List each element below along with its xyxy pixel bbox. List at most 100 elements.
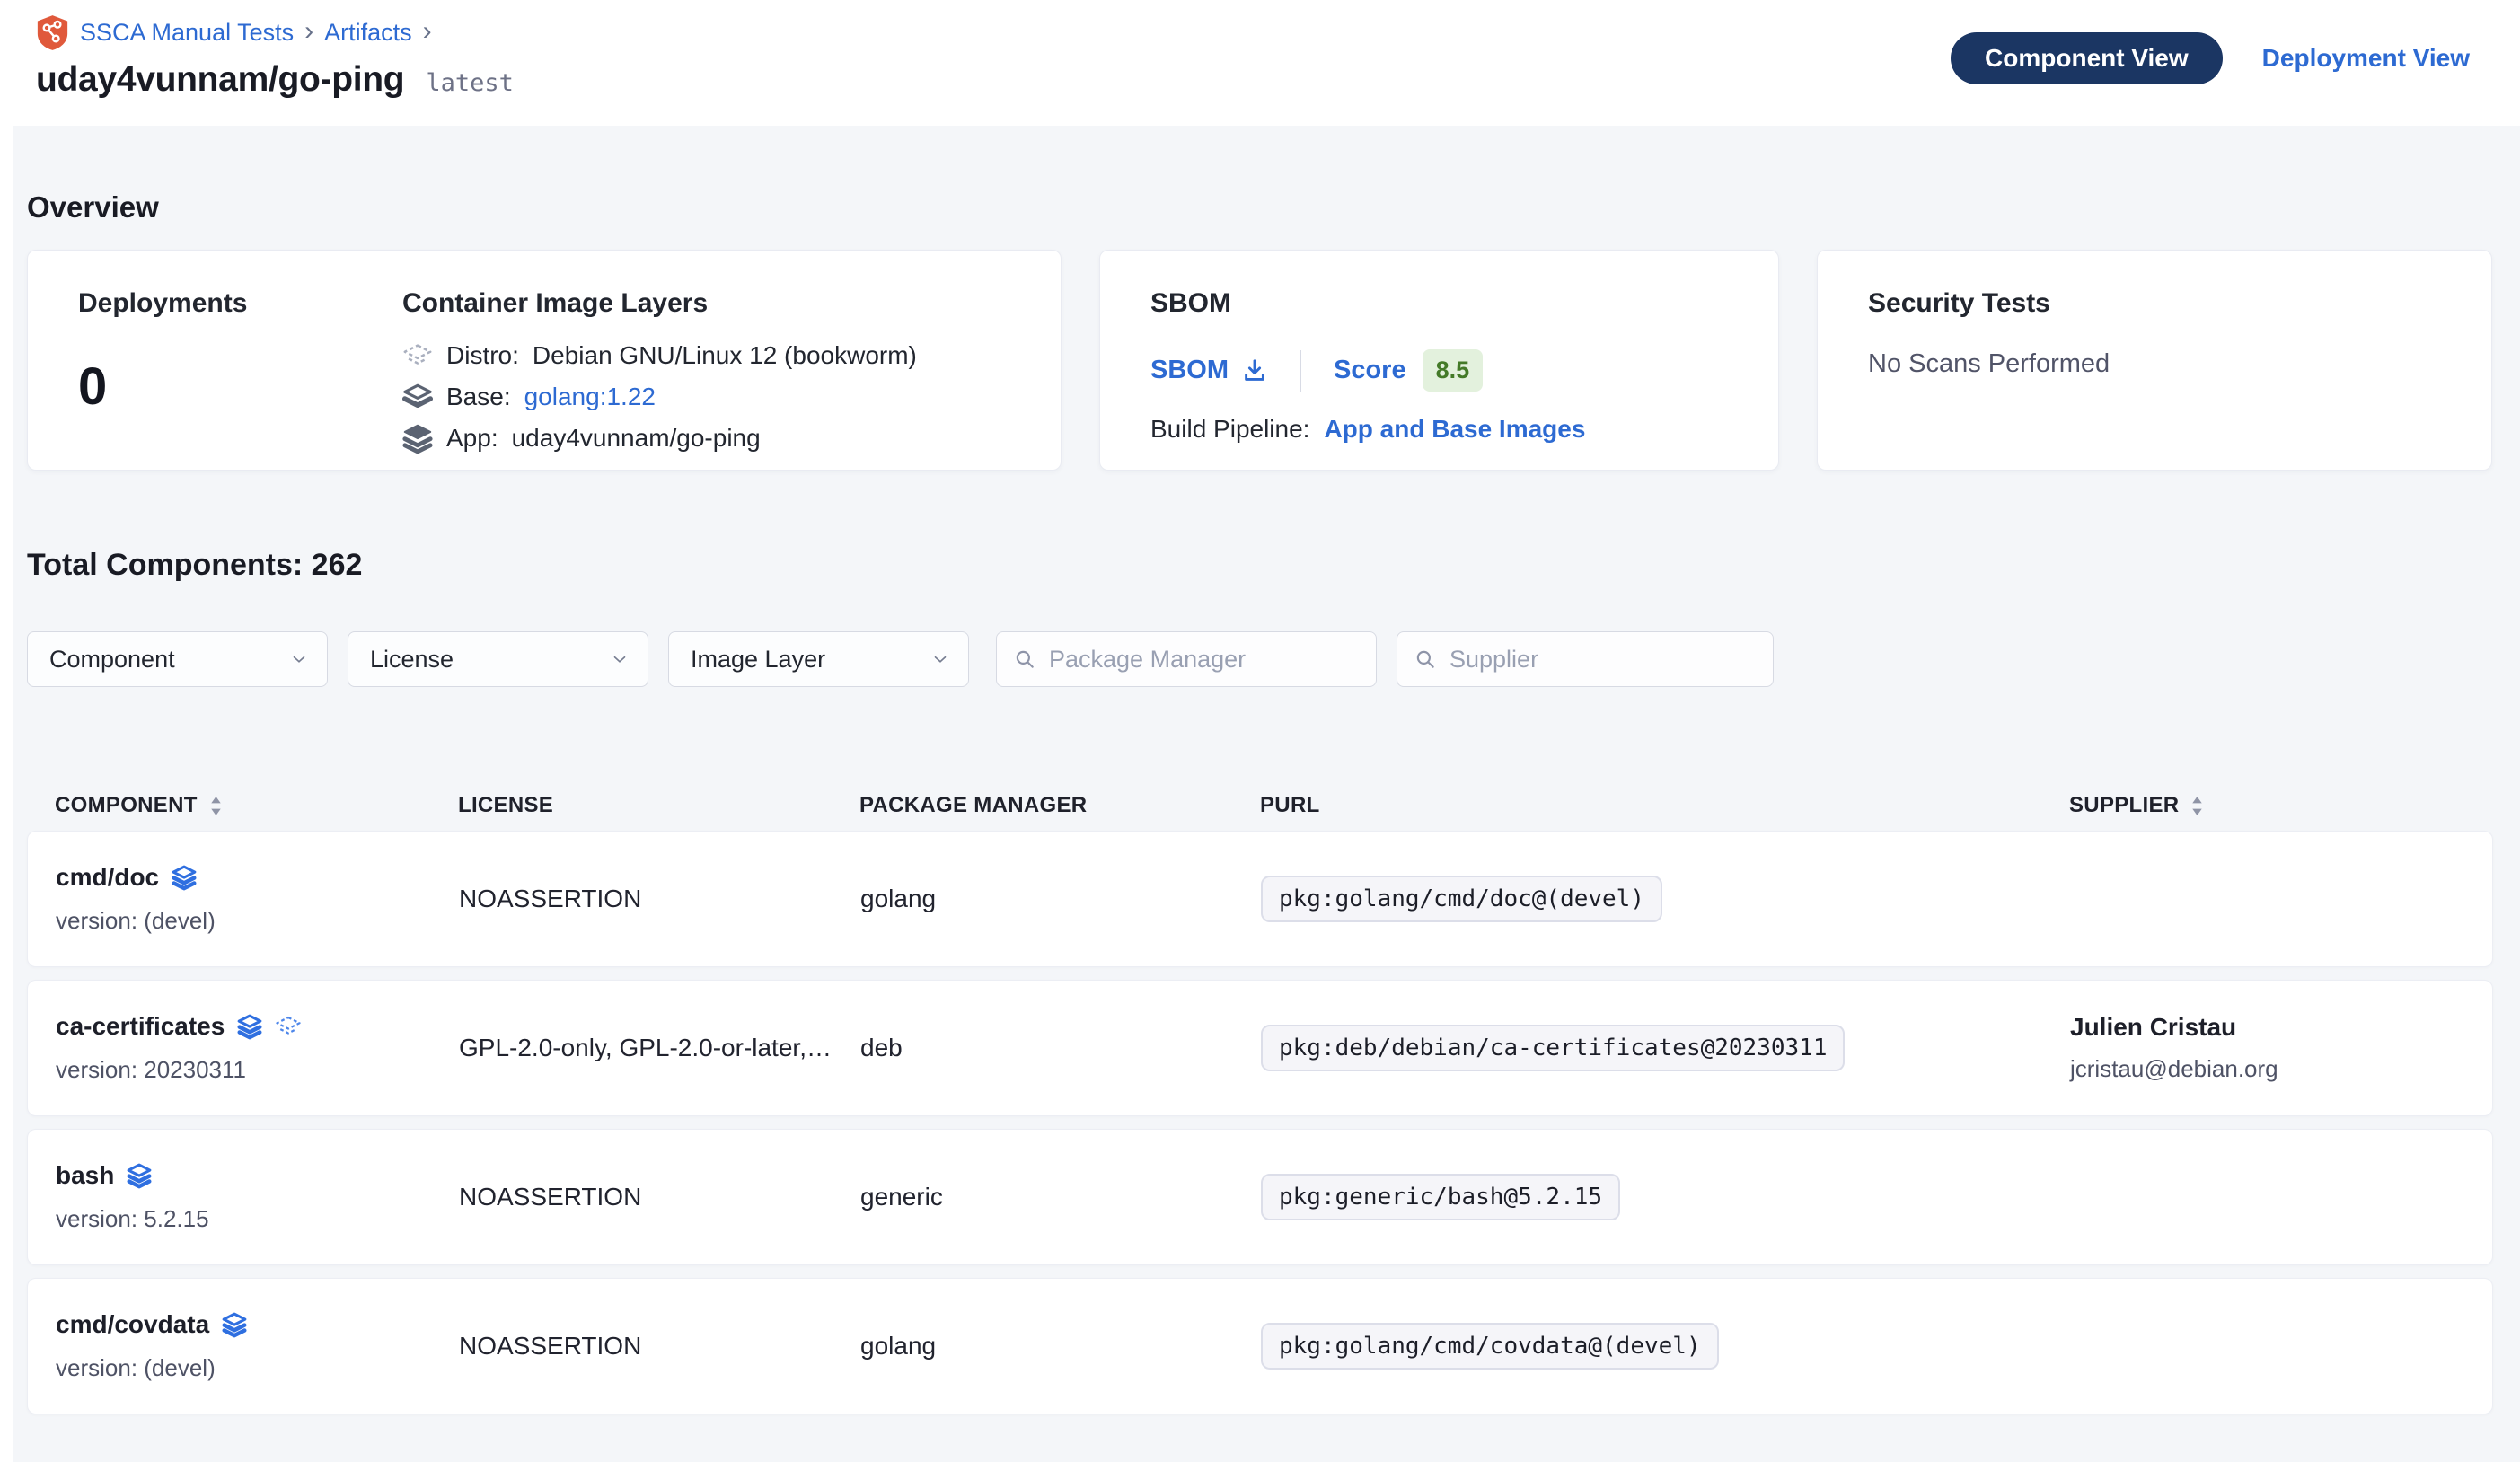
purl-badge: pkg:deb/debian/ca-certificates@20230311: [1261, 1025, 1845, 1071]
column-header-package-manager: PACKAGE MANAGER: [859, 793, 1087, 818]
layers-dashed-icon: [275, 1013, 302, 1040]
column-header-purl: PURL: [1260, 793, 1320, 818]
component-filter-select[interactable]: Component: [27, 631, 328, 687]
layers-filled-icon: [171, 864, 198, 891]
breadcrumb-link-project[interactable]: SSCA Manual Tests: [80, 19, 294, 47]
component-version: version: 5.2.15: [56, 1205, 459, 1233]
filters-bar: Component License Image Layer: [27, 631, 2493, 687]
distro-value: Debian GNU/Linux 12 (bookworm): [533, 341, 917, 370]
package-manager-search: [996, 631, 1377, 687]
column-header-license: LICENSE: [458, 793, 553, 818]
supplier-name: Julien Cristau: [2070, 1013, 2492, 1042]
download-icon[interactable]: [1241, 357, 1268, 384]
table-row[interactable]: cmd/doc version: (devel) NOASSERTION gol…: [27, 831, 2493, 967]
search-icon: [1013, 647, 1036, 671]
left-edge-strip: [0, 126, 13, 1462]
package-manager-cell: generic: [860, 1183, 1261, 1211]
component-version: version: 20230311: [56, 1056, 459, 1084]
total-components-heading: Total Components: 262: [27, 548, 2493, 583]
sort-arrows-icon[interactable]: [2191, 796, 2203, 816]
divider: [1300, 350, 1301, 392]
package-manager-cell: golang: [860, 1332, 1261, 1361]
component-version: version: (devel): [56, 1354, 459, 1382]
supplier-search: [1397, 631, 1774, 687]
column-header-component: COMPONENT: [55, 793, 198, 818]
supplier-search-input[interactable]: [1449, 646, 1757, 674]
layers-filled-icon: [236, 1013, 263, 1040]
sbom-card: SBOM SBOM Score 8.5 Build Pipeline: App …: [1099, 250, 1779, 471]
sbom-download-link[interactable]: SBOM: [1150, 356, 1268, 385]
sort-arrows-icon[interactable]: [210, 796, 222, 816]
breadcrumb-separator: ›: [423, 18, 432, 48]
distro-label: Distro:: [446, 341, 519, 370]
component-view-button[interactable]: Component View: [1951, 32, 2223, 84]
deployments-count: 0: [78, 357, 402, 417]
supplier-email: jcristau@debian.org: [2070, 1055, 2492, 1083]
license-cell: NOASSERTION: [459, 885, 860, 913]
purl-badge: pkg:golang/cmd/doc@(devel): [1261, 876, 1662, 922]
main-content: Overview Deployments 0 Container Image L…: [0, 190, 2520, 1414]
sbom-score-label: Score: [1334, 356, 1406, 385]
app-layer-row: App: uday4vunnam/go-ping: [402, 418, 917, 459]
security-tests-title: Security Tests: [1868, 288, 2441, 319]
table-row[interactable]: ca-certificates version: 20230311: [27, 980, 2493, 1116]
layers-filled-icon: [126, 1162, 153, 1189]
deployments-and-layers-card: Deployments 0 Container Image Layers Dis…: [27, 250, 1062, 471]
deployment-view-link[interactable]: Deployment View: [2262, 44, 2470, 73]
view-toggle: Component View Deployment View: [1951, 32, 2470, 84]
chevron-down-icon: [289, 649, 309, 669]
license-cell: NOASSERTION: [459, 1332, 860, 1361]
deployments-title: Deployments: [78, 288, 402, 319]
search-icon: [1414, 647, 1437, 671]
component-name: ca-certificates: [56, 1012, 225, 1041]
component-name: bash: [56, 1161, 114, 1190]
shield-supply-chain-icon: [36, 14, 69, 51]
license-cell: GPL-2.0-only, GPL-2.0-or-later, M...: [459, 1034, 860, 1062]
base-image-link[interactable]: golang:1.22: [524, 383, 656, 411]
image-layer-filter-label: Image Layer: [691, 646, 825, 674]
component-filter-label: Component: [49, 646, 175, 674]
breadcrumb-separator: ›: [304, 18, 313, 48]
sbom-card-title: SBOM: [1150, 288, 1728, 319]
license-filter-select[interactable]: License: [348, 631, 648, 687]
container-image-layers-title: Container Image Layers: [402, 288, 917, 319]
page-header: SSCA Manual Tests › Artifacts › uday4vun…: [0, 0, 2520, 126]
package-manager-cell: golang: [860, 885, 1261, 913]
build-pipeline-link[interactable]: App and Base Images: [1324, 415, 1585, 444]
purl-badge: pkg:generic/bash@5.2.15: [1261, 1174, 1620, 1220]
app-value: uday4vunnam/go-ping: [512, 424, 761, 453]
table-row[interactable]: cmd/covdata version: (devel) NOASSERTION…: [27, 1278, 2493, 1414]
table-row[interactable]: bash version: 5.2.15 NOASSERTION generic…: [27, 1129, 2493, 1265]
purl-badge: pkg:golang/cmd/covdata@(devel): [1261, 1323, 1719, 1370]
layers-filled-icon: [221, 1311, 248, 1338]
column-header-supplier: SUPPLIER: [2069, 793, 2179, 818]
license-filter-label: License: [370, 646, 454, 674]
component-name: cmd/covdata: [56, 1310, 209, 1339]
overview-cards: Deployments 0 Container Image Layers Dis…: [27, 250, 2493, 471]
security-tests-card: Security Tests No Scans Performed: [1817, 250, 2492, 471]
artifact-tag-latest: latest: [426, 69, 514, 97]
app-label: App:: [446, 424, 498, 453]
table-header-row: COMPONENT LICENSE PACKAGE MANAGER PURL S…: [27, 793, 2493, 818]
distro-layer-icon: [402, 340, 433, 371]
base-label: Base:: [446, 383, 511, 411]
chevron-down-icon: [930, 649, 950, 669]
sbom-download-label: SBOM: [1150, 356, 1229, 385]
chevron-down-icon: [610, 649, 630, 669]
app-layer-icon: [402, 423, 433, 454]
build-pipeline-label: Build Pipeline:: [1150, 415, 1309, 444]
base-layer-icon: [402, 382, 433, 412]
component-version: version: (devel): [56, 907, 459, 935]
distro-layer-row: Distro: Debian GNU/Linux 12 (bookworm): [402, 335, 917, 376]
security-tests-status: No Scans Performed: [1868, 349, 2441, 379]
base-layer-row: Base: golang:1.22: [402, 376, 917, 418]
overview-heading: Overview: [27, 190, 2493, 225]
breadcrumb-link-artifacts[interactable]: Artifacts: [324, 19, 412, 47]
page-title: uday4vunnam/go-ping: [36, 60, 404, 100]
component-name: cmd/doc: [56, 863, 159, 892]
sbom-score-badge: 8.5: [1423, 349, 1484, 392]
license-cell: NOASSERTION: [459, 1183, 860, 1211]
package-manager-search-input[interactable]: [1049, 646, 1360, 674]
package-manager-cell: deb: [860, 1034, 1261, 1062]
image-layer-filter-select[interactable]: Image Layer: [668, 631, 969, 687]
